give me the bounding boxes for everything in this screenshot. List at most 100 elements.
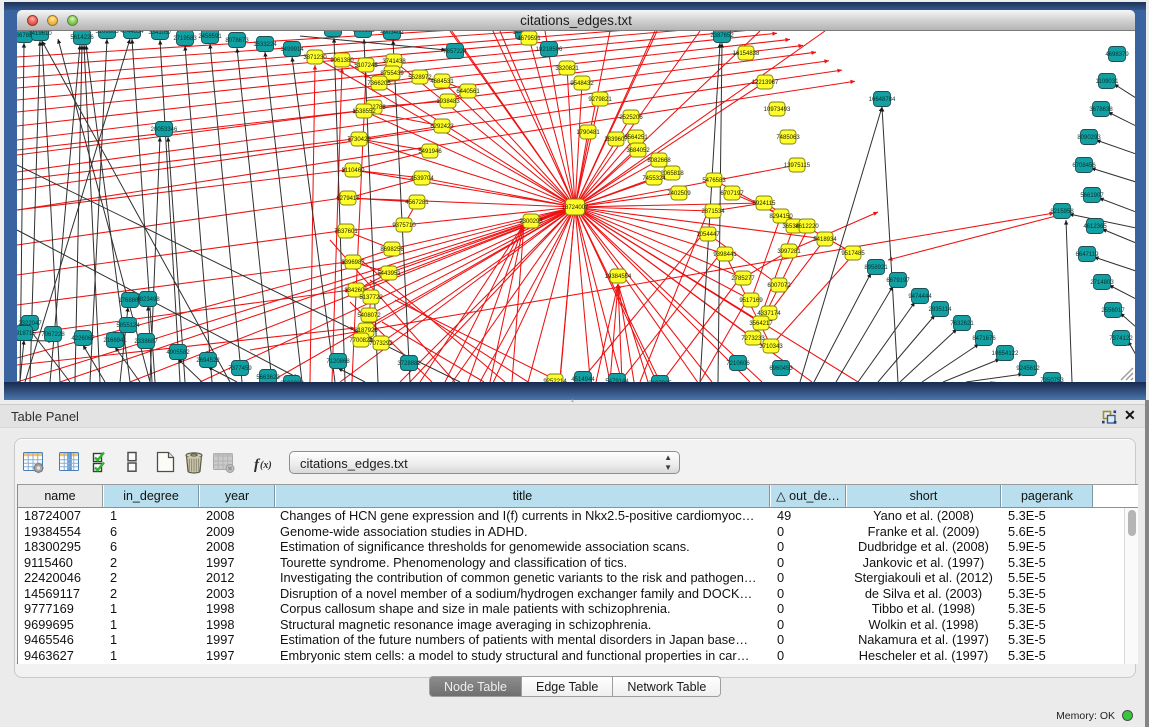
svg-text:7402509: 7402509 xyxy=(667,191,691,197)
svg-text:2110460: 2110460 xyxy=(342,168,366,174)
svg-text:7067228: 7067228 xyxy=(41,332,65,338)
svg-text:8471676: 8471676 xyxy=(972,336,996,342)
svg-text:3396987: 3396987 xyxy=(341,260,365,266)
svg-text:8958921: 8958921 xyxy=(864,265,888,271)
svg-text:6707197: 6707197 xyxy=(720,191,744,197)
svg-text:9245612: 9245612 xyxy=(1016,366,1040,372)
svg-text:1054447: 1054447 xyxy=(696,232,720,238)
svg-text:7377459: 7377459 xyxy=(228,366,252,372)
svg-text:1109031: 1109031 xyxy=(1096,79,1120,85)
svg-text:6440561: 6440561 xyxy=(456,89,480,95)
svg-text:4668136: 4668136 xyxy=(351,31,375,34)
svg-text:9279821: 9279821 xyxy=(588,97,612,103)
svg-text:13975115: 13975115 xyxy=(784,163,811,169)
svg-text:3320821: 3320821 xyxy=(555,66,579,72)
svg-text:5918715: 5918715 xyxy=(17,331,36,337)
svg-text:5137722: 5137722 xyxy=(359,295,383,301)
svg-text:4226067: 4226067 xyxy=(71,336,95,342)
svg-text:18724007: 18724007 xyxy=(562,205,589,211)
svg-text:5476583: 5476583 xyxy=(702,178,726,184)
svg-text:2871534: 2871534 xyxy=(701,209,725,215)
svg-text:7455324: 7455324 xyxy=(642,176,666,182)
svg-text:7637601: 7637601 xyxy=(334,229,358,235)
svg-text:7273233: 7273233 xyxy=(741,336,765,342)
svg-text:4679591: 4679591 xyxy=(517,36,541,42)
svg-text:4684531: 4684531 xyxy=(430,79,454,85)
svg-text:1938483: 1938483 xyxy=(436,99,460,105)
svg-text:3564217: 3564217 xyxy=(749,321,773,327)
svg-text:6960453: 6960453 xyxy=(769,366,793,372)
svg-text:(x): (x) xyxy=(260,460,272,471)
svg-text:9548432: 9548432 xyxy=(570,81,594,87)
svg-text:8612220: 8612220 xyxy=(795,224,819,230)
svg-text:2166941: 2166941 xyxy=(103,338,127,344)
svg-text:4905582: 4905582 xyxy=(166,350,190,356)
svg-text:5418934: 5418934 xyxy=(813,237,837,243)
svg-text:7210606: 7210606 xyxy=(726,361,750,367)
svg-text:16154838: 16154838 xyxy=(733,51,760,57)
svg-text:4612365: 4612365 xyxy=(1083,224,1107,230)
svg-text:7730428: 7730428 xyxy=(347,137,371,143)
svg-text:6708456: 6708456 xyxy=(1072,163,1096,169)
svg-text:3741438: 3741438 xyxy=(382,59,406,65)
svg-text:3678638: 3678638 xyxy=(1089,107,1113,113)
svg-text:5661907: 5661907 xyxy=(1080,193,1104,199)
svg-text:2556017: 2556017 xyxy=(1101,308,1125,314)
svg-text:4823498: 4823498 xyxy=(136,297,160,303)
svg-text:9398441: 9398441 xyxy=(713,252,737,258)
svg-text:5443951: 5443951 xyxy=(377,271,401,277)
svg-text:7350753: 7350753 xyxy=(1040,378,1064,382)
svg-text:19384554: 19384554 xyxy=(605,274,632,280)
svg-text:1538552: 1538552 xyxy=(352,109,376,115)
svg-text:3728882: 3728882 xyxy=(397,361,421,367)
svg-text:2694522: 2694522 xyxy=(196,358,220,364)
svg-text:9252214: 9252214 xyxy=(543,379,567,382)
svg-text:10973493: 10973493 xyxy=(764,107,791,113)
svg-text:2714803: 2714803 xyxy=(1090,280,1114,286)
svg-text:6292423: 6292423 xyxy=(430,124,454,130)
svg-text:4698379: 4698379 xyxy=(1105,52,1129,58)
svg-text:19218506: 19218506 xyxy=(536,47,563,53)
svg-text:7374122: 7374122 xyxy=(1109,336,1133,342)
svg-text:10654122: 10654122 xyxy=(992,351,1019,357)
svg-text:7857224: 7857224 xyxy=(443,49,467,55)
svg-text:2785277: 2785277 xyxy=(731,276,755,282)
svg-text:2571945: 2571945 xyxy=(321,31,345,33)
svg-text:3997281: 3997281 xyxy=(777,249,801,255)
svg-text:8078673: 8078673 xyxy=(225,38,249,44)
svg-text:3341057: 3341057 xyxy=(148,31,172,36)
svg-text:9517169: 9517169 xyxy=(739,298,763,304)
svg-text:8090293: 8090293 xyxy=(1077,135,1101,141)
svg-text:6647119: 6647119 xyxy=(1076,252,1100,258)
svg-text:5491946: 5491946 xyxy=(418,149,442,155)
svg-text:5855124: 5855124 xyxy=(116,323,140,329)
svg-text:2935114: 2935114 xyxy=(929,307,953,313)
svg-text:2525206: 2525206 xyxy=(619,115,643,121)
svg-text:8698256: 8698256 xyxy=(380,247,404,253)
svg-text:4514944: 4514944 xyxy=(571,377,595,382)
svg-text:9474444: 9474444 xyxy=(908,294,932,300)
svg-text:2197935: 2197935 xyxy=(648,381,672,382)
svg-text:4744854: 4744854 xyxy=(120,31,144,35)
svg-text:20053346: 20053346 xyxy=(151,127,178,133)
svg-text:3684052: 3684052 xyxy=(626,148,650,154)
svg-text:7485063: 7485063 xyxy=(776,135,800,141)
svg-text:5924115: 5924115 xyxy=(753,201,777,207)
svg-text:4539704: 4539704 xyxy=(410,176,434,182)
svg-text:9517485: 9517485 xyxy=(841,251,865,257)
svg-text:12213967: 12213967 xyxy=(752,80,779,86)
svg-text:8082668: 8082668 xyxy=(647,158,671,164)
svg-text:1533224: 1533224 xyxy=(253,42,277,48)
svg-text:2387652: 2387652 xyxy=(710,33,734,39)
svg-text:2338687: 2338687 xyxy=(134,339,158,345)
svg-text:6679197: 6679197 xyxy=(886,278,910,284)
svg-text:8606962: 8606962 xyxy=(280,381,304,382)
svg-text:5479144: 5479144 xyxy=(605,379,629,382)
svg-text:16648784: 16648784 xyxy=(869,97,896,103)
svg-text:6007072: 6007072 xyxy=(767,283,791,289)
svg-text:1790481: 1790481 xyxy=(576,130,600,136)
svg-text:7366205: 7366205 xyxy=(367,81,391,87)
svg-text:5408072: 5408072 xyxy=(357,313,381,319)
svg-text:4567281: 4567281 xyxy=(405,200,429,206)
svg-text:9961380: 9961380 xyxy=(330,58,354,64)
